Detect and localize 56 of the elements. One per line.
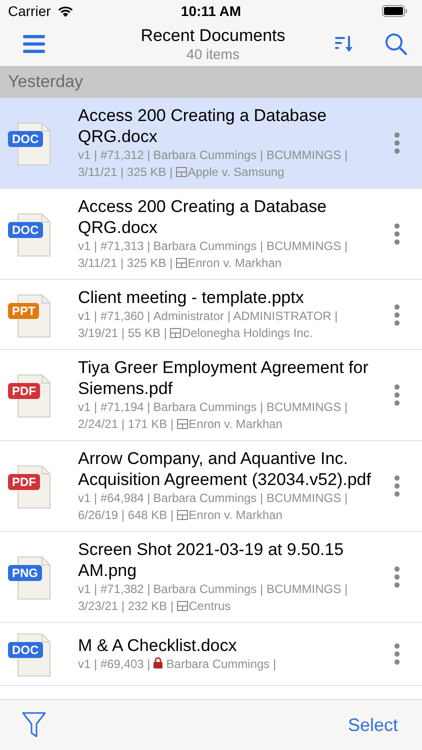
clock-time: 10:11 AM [180,3,242,19]
owner-info: Administrator | ADMINISTRATOR | [153,308,338,325]
owner-info: Barbara Cummings | BCUMMINGS | [153,147,348,164]
more-icon[interactable] [394,643,400,665]
document-title: Client meeting - template.pptx [78,287,305,308]
section-header: Yesterday [0,66,422,98]
file-details: 2/24/21 | 171 KB | [78,416,174,433]
document-title: M & A Checklist.docx [78,635,238,656]
file-details: 3/11/21 | 325 KB | [78,164,173,181]
file-details: 6/26/19 | 648 KB | [78,507,174,524]
matter-name: Apple v. Samsung [188,164,284,181]
more-icon[interactable] [394,132,400,154]
select-button[interactable]: Select [344,710,402,740]
wifi-icon [56,5,74,17]
owner-info: Barbara Cummings | BCUMMINGS | [153,238,348,255]
document-title: Screen Shot 2021-03-19 at 9.50.15 AM.png [78,539,345,581]
document-title: Access 200 Creating a Database QRG.docx [78,105,328,147]
file-type-badge: PDF [8,383,40,399]
file-details: 3/23/21 | 232 KB | [78,598,174,615]
file-type-badge: PDF [8,474,40,490]
battery-icon [382,5,408,17]
version-info: v1 | #71,313 | [78,238,150,255]
document-title: Access 200 Creating a Database QRG.docx [78,196,328,238]
document-row[interactable]: DOC Access 200 Creating a Database QRG.docx v1 | #71,312 | Barbara Cummings | BCUMMINGS | 3/11/21 | 325 KB | Apple v. Samsung [0,98,422,189]
owner-info: Barbara Cummings | BCUMMINGS | [153,399,348,416]
version-info: v1 | #71,360 | [78,308,150,325]
screen-title: Recent Documents [140,26,286,46]
file-type-badge: DOC [8,642,43,658]
matter-name: Centrus [188,598,231,615]
file-type-badge: PNG [8,565,42,581]
more-icon[interactable] [394,384,400,406]
more-icon[interactable] [394,304,400,326]
file-details: 3/19/21 | 55 KB | [78,325,167,342]
version-info: v1 | #71,194 | [78,399,150,416]
file-type-badge: PPT [8,302,40,318]
file-type-badge: DOC [8,131,43,147]
carrier-name: Carrier [8,3,51,19]
version-info: v1 | #71,382 | [78,581,150,598]
document-title: Tiya Greer Employment Agreement for Siemens.pdf [78,357,370,399]
more-icon[interactable] [394,475,400,497]
version-info: v1 | #64,984 | [78,490,150,507]
matter-name: Enron v. Markhan [188,255,282,272]
matter-name: Enron v. Markhan [188,416,282,433]
document-title: Arrow Company, and Aquantive Inc. Acquisition Agreement (32034.v52).pdf [78,448,372,490]
more-icon[interactable] [394,223,400,245]
file-type-badge: DOC [8,222,43,238]
file-details: 3/11/21 | 325 KB | [78,255,173,272]
version-info: v1 | #71,312 | [78,147,150,164]
owner-info: Barbara Cummings | BCUMMINGS | [153,490,348,507]
item-count: 40 items [186,46,240,62]
version-info: v1 | #69,403 | [78,656,150,673]
matter-name: Delonegha Holdings Inc. [182,325,313,342]
owner-info: Barbara Cummings | [166,656,276,673]
matter-name: Enron v. Markhan [188,507,282,524]
owner-info: Barbara Cummings | BCUMMINGS | [153,581,348,598]
more-icon[interactable] [394,566,400,588]
